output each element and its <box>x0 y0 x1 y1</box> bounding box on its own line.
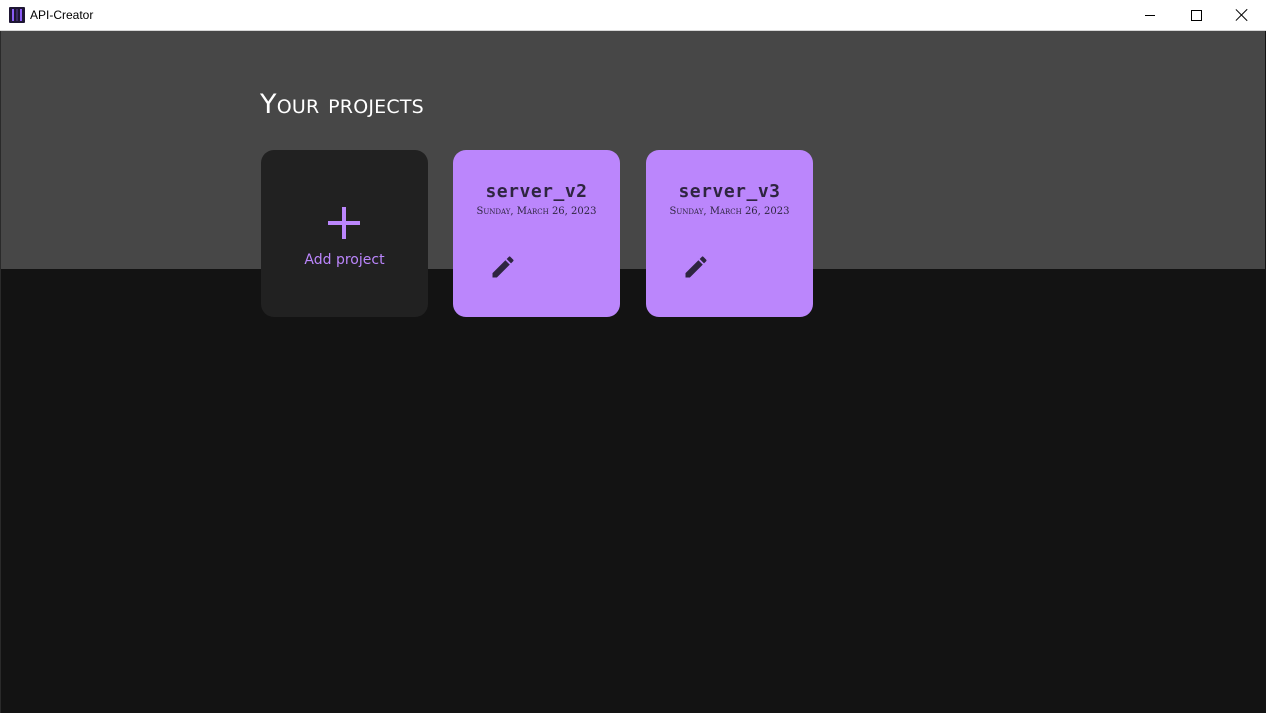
maximize-button[interactable] <box>1173 0 1219 30</box>
window-title: API-Creator <box>30 8 94 22</box>
project-name: server_v3 <box>678 181 781 202</box>
app-content: Your projects Add project server_v2 Sund… <box>1 31 1265 713</box>
window-titlebar[interactable]: API-Creator <box>0 0 1266 31</box>
pencil-edit-icon[interactable] <box>489 253 517 281</box>
project-date: Sunday, March 26, 2023 <box>476 206 597 217</box>
project-name: server_v2 <box>485 181 588 202</box>
minimize-button[interactable] <box>1127 0 1173 30</box>
add-project-label: Add project <box>304 252 385 268</box>
minimize-icon <box>1145 14 1155 16</box>
add-project-card[interactable]: Add project <box>261 150 428 317</box>
pencil-edit-icon[interactable] <box>682 253 710 281</box>
close-icon <box>1235 8 1249 22</box>
plus-icon <box>328 207 360 239</box>
header-band <box>1 31 1265 269</box>
maximize-icon <box>1190 9 1202 21</box>
page-title: Your projects <box>260 89 424 120</box>
window-border <box>0 31 1 713</box>
api-creator-logo-icon <box>9 7 25 23</box>
project-card[interactable]: server_v2 Sunday, March 26, 2023 <box>453 150 620 317</box>
project-card[interactable]: server_v3 Sunday, March 26, 2023 <box>646 150 813 317</box>
project-date: Sunday, March 26, 2023 <box>669 206 790 217</box>
close-button[interactable] <box>1219 0 1265 30</box>
